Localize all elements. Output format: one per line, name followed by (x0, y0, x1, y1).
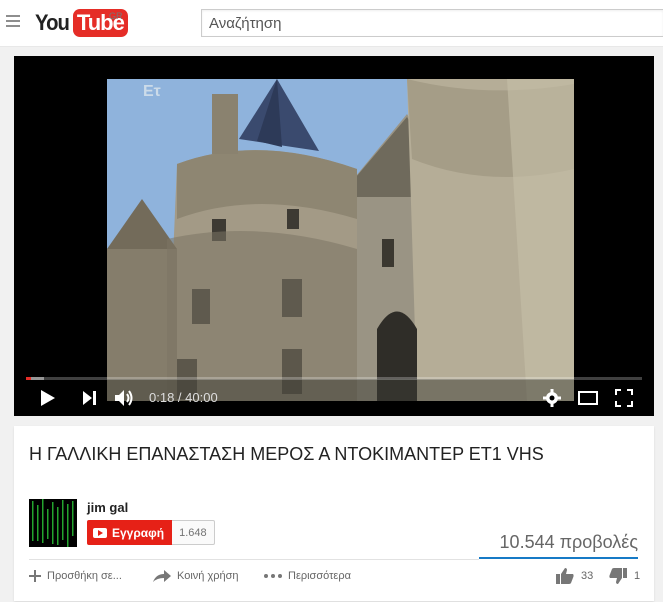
more-label: Περισσότερα (288, 570, 351, 582)
add-to-button[interactable]: Προσθήκη σε... (29, 570, 122, 582)
play-icon[interactable] (41, 390, 55, 411)
subscribe-group: Εγγραφή 1.648 (87, 520, 215, 545)
theater-mode-icon[interactable] (578, 391, 598, 410)
more-button[interactable]: Περισσότερα (264, 570, 351, 582)
volume-icon[interactable] (115, 389, 135, 412)
more-dots-icon (264, 574, 282, 578)
country-code: GR (109, 11, 123, 21)
subscribe-label: Εγγραφή (112, 525, 165, 540)
logo-you-text: You (35, 10, 70, 35)
like-count: 33 (581, 570, 594, 582)
view-count: 10.544 προβολές (499, 532, 638, 552)
time-total: 40:00 (185, 390, 218, 405)
dislike-count: 1 (634, 570, 641, 582)
next-icon[interactable] (83, 391, 96, 410)
time-current: 0:18 (149, 390, 175, 405)
search-box[interactable] (201, 9, 663, 37)
dislike-button[interactable]: 1 (609, 568, 640, 584)
share-button[interactable]: Κοινή χρήση (153, 570, 239, 582)
video-title: Η ΓΑΛΛΙΚΗ ΕΠΑΝΑΣΤΑΣΗ ΜΕΡΟΣ Α ΝΤΟΚΙΜΑΝΤΕΡ… (29, 444, 544, 464)
youtube-play-icon (93, 527, 107, 538)
fullscreen-icon[interactable] (615, 389, 633, 412)
video-still-image (107, 79, 574, 401)
settings-gear-icon[interactable] (543, 389, 561, 412)
search-input[interactable] (202, 10, 663, 36)
plus-icon (29, 570, 41, 582)
masthead: You Tube GR (0, 0, 663, 47)
video-frame[interactable]: Eτ (107, 79, 574, 401)
share-label: Κοινή χρήση (177, 570, 239, 582)
like-button[interactable]: 33 (556, 568, 593, 584)
thumbs-up-icon (556, 568, 574, 584)
tv-channel-watermark: Eτ (143, 83, 161, 100)
subscriber-count: 1.648 (172, 520, 215, 545)
divider (29, 559, 479, 560)
subscribe-button[interactable]: Εγγραφή (87, 520, 173, 545)
views-underline (479, 557, 638, 559)
video-info-panel: Η ΓΑΛΛΙΚΗ ΕΠΑΝΑΣΤΑΣΗ ΜΕΡΟΣ Α ΝΤΟΚΙΜΑΝΤΕΡ… (14, 426, 654, 601)
add-to-label: Προσθήκη σε... (47, 570, 122, 582)
video-player[interactable]: Eτ 0:18 / 40:00 (14, 56, 654, 416)
progress-played (26, 377, 31, 380)
time-display: 0:18 / 40:00 (149, 390, 218, 405)
menu-icon[interactable] (6, 15, 20, 27)
share-icon (153, 570, 171, 582)
player-controls: 0:18 / 40:00 (14, 384, 654, 412)
channel-avatar[interactable] (29, 499, 77, 547)
progress-bar[interactable] (26, 377, 642, 380)
channel-name[interactable]: jim gal (87, 500, 128, 515)
time-separator: / (174, 390, 186, 405)
action-bar: Προσθήκη σε... Κοινή χρήση Περισσότερα 3… (29, 566, 640, 590)
thumbs-down-icon (609, 568, 627, 584)
